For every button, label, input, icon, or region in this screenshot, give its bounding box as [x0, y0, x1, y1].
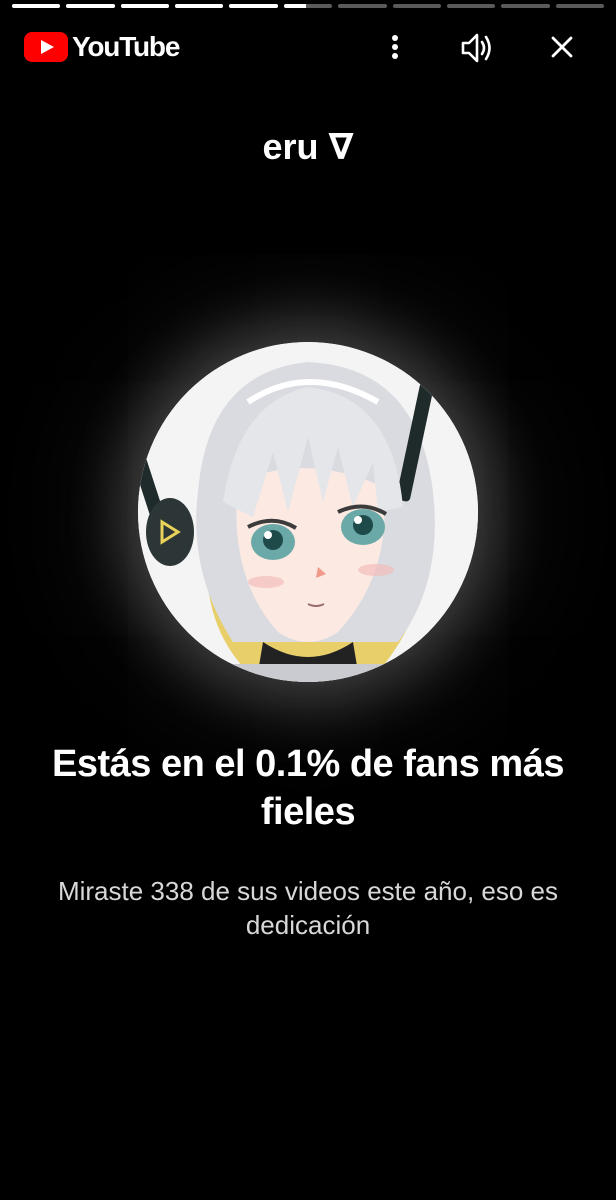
progress-segment [120, 4, 170, 8]
anime-character-avatar-illustration [138, 342, 478, 682]
story-subtext: Miraste 338 de sus videos este año, eso … [57, 876, 559, 940]
youtube-logo-text: YouTube [72, 31, 180, 62]
progress-segment [229, 4, 278, 8]
progress-segment-fill [283, 4, 306, 8]
close-button[interactable] [540, 26, 584, 70]
volume-icon [461, 33, 491, 63]
close-icon [551, 36, 573, 58]
top-bar: YouTube [0, 26, 616, 70]
progress-segment [66, 4, 115, 8]
youtube-logo: YouTube [24, 31, 180, 62]
progress-segment [555, 4, 604, 8]
channel-name: eru ∇ [262, 126, 354, 167]
progress-segment [12, 4, 61, 8]
progress-segment [392, 4, 441, 8]
progress-segment [446, 4, 496, 8]
progress-segment-fill [120, 4, 170, 8]
channel-avatar [138, 342, 478, 682]
youtube-play-icon [24, 32, 68, 62]
progress-segment-fill [229, 4, 278, 8]
progress-segment-fill [66, 4, 115, 8]
sound-button[interactable] [456, 26, 500, 70]
progress-segment-fill [12, 4, 61, 8]
progress-segment-fill [175, 4, 224, 8]
more-options-button[interactable] [373, 26, 417, 70]
progress-segment [175, 4, 224, 8]
progress-segment [283, 4, 333, 8]
story-progress-bar [12, 4, 604, 8]
story-headline: Estás en el 0.1% de fans más fieles [52, 743, 564, 833]
progress-segment [501, 4, 550, 8]
progress-segment [338, 4, 387, 8]
more-vertical-icon [392, 35, 398, 59]
